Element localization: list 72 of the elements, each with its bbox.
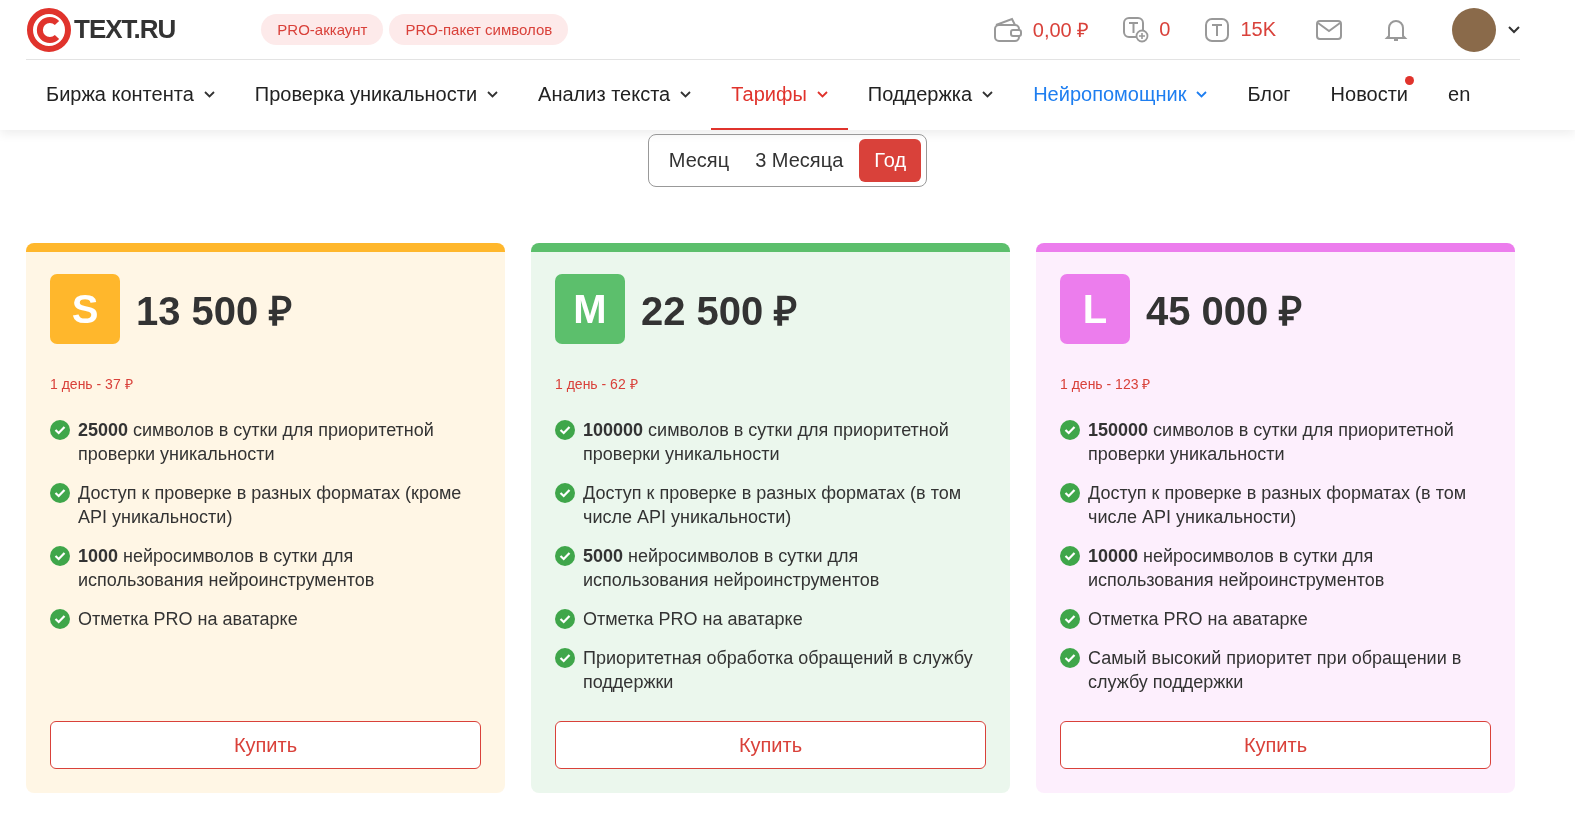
feature-text: Отметка PRO на аватарке bbox=[78, 608, 299, 631]
buy-button[interactable]: Купить bbox=[555, 721, 986, 769]
check-circle-icon bbox=[555, 546, 575, 566]
pro-link[interactable]: PRO-аккаунт bbox=[261, 14, 384, 45]
nav-tab[interactable]: en bbox=[1428, 60, 1491, 130]
feature-text: 100000 символов в сутки для приоритетной проверки уникальности bbox=[583, 419, 950, 466]
nav-tab[interactable]: Нейропомощник bbox=[1013, 60, 1228, 130]
period-tab[interactable]: 3 Месяца bbox=[745, 139, 854, 182]
check-circle-icon bbox=[555, 648, 575, 668]
check-circle-icon bbox=[1060, 420, 1080, 440]
check-circle-icon bbox=[1060, 546, 1080, 566]
feature-text: Приоритетная обработка обращений в службу поддержки bbox=[583, 647, 974, 694]
price-per-day: 1 день - 62 ₽ bbox=[555, 374, 986, 393]
avatar[interactable] bbox=[1452, 7, 1496, 52]
feature-text: Отметка PRO на аватарке bbox=[1088, 608, 1309, 631]
price-per-day: 1 день - 37 ₽ bbox=[50, 374, 481, 393]
feature-text: 150000 символов в сутки для приоритетной проверки уникальности bbox=[1088, 419, 1455, 466]
check-circle-icon bbox=[555, 609, 575, 629]
t-icon[interactable] bbox=[1204, 16, 1231, 43]
check-circle-icon bbox=[1060, 609, 1080, 629]
chevron-down-icon bbox=[203, 90, 215, 98]
chevron-down-icon bbox=[816, 90, 828, 98]
check-circle-icon bbox=[50, 546, 70, 566]
feature-text: 1000 нейросимволов в сутки для использования нейроинструментов bbox=[78, 545, 376, 592]
plan-price: 22 500 ₽ bbox=[641, 287, 798, 335]
check-circle-icon bbox=[1060, 483, 1080, 503]
chevron-down-icon bbox=[487, 90, 499, 98]
notification-dot bbox=[1405, 76, 1415, 85]
period-tab[interactable]: Год bbox=[859, 139, 922, 182]
stat-value: 0 bbox=[1159, 18, 1171, 41]
check-circle-icon bbox=[555, 420, 575, 440]
t-plus-icon[interactable] bbox=[1123, 16, 1150, 43]
nav-tab[interactable]: Блог bbox=[1227, 60, 1311, 130]
buy-button[interactable]: Купить bbox=[1060, 721, 1491, 769]
plan-price: 45 000 ₽ bbox=[1146, 287, 1303, 335]
feature-text: Отметка PRO на аватарке bbox=[583, 608, 804, 631]
chevron-down-icon bbox=[680, 90, 692, 98]
nav-tab[interactable]: Тарифы bbox=[711, 60, 848, 130]
plan-price: 13 500 ₽ bbox=[136, 287, 293, 335]
feature-text: Самый высокий приоритет при обращении в службу поддержки bbox=[1088, 647, 1463, 694]
nav-tab[interactable]: Новости bbox=[1310, 60, 1429, 130]
check-circle-icon bbox=[50, 483, 70, 503]
feature-text: 25000 символов в сутки для приоритетной проверки уникальности bbox=[78, 419, 435, 466]
plan-letter-badge: L bbox=[1060, 274, 1130, 344]
feature-text: 5000 нейросимволов в сутки для использования нейроинструментов bbox=[583, 545, 881, 592]
chevron-down-icon bbox=[1196, 90, 1208, 98]
plan-letter-badge: S bbox=[50, 274, 120, 344]
pro-link[interactable]: PRO-пакет символов bbox=[389, 14, 569, 45]
mail-icon[interactable] bbox=[1316, 19, 1342, 40]
feature-text: Доступ к проверке в разных форматах (кроме API уникальности) bbox=[78, 482, 463, 529]
feature-text: 10000 нейросимволов в сутки для использования нейроинструментов bbox=[1088, 545, 1386, 592]
price-per-day: 1 день - 123 ₽ bbox=[1060, 374, 1491, 393]
period-tab[interactable]: Месяц bbox=[658, 139, 740, 182]
check-circle-icon bbox=[1060, 648, 1080, 668]
check-circle-icon bbox=[555, 483, 575, 503]
chevron-down-icon[interactable] bbox=[1508, 25, 1520, 34]
stat-value: 15K bbox=[1240, 18, 1276, 41]
check-circle-icon bbox=[50, 609, 70, 629]
feature-text: Доступ к проверке в разных форматах (в том числе API уникальности) bbox=[1088, 482, 1468, 529]
nav-tab[interactable]: Проверка уникальности bbox=[234, 60, 519, 130]
site-logo[interactable]: TEXT.RU bbox=[26, 6, 176, 53]
stat-value: 0,00 ₽ bbox=[1032, 18, 1090, 43]
plan-letter-badge: M bbox=[555, 274, 625, 344]
check-circle-icon bbox=[50, 420, 70, 440]
feature-text: Доступ к проверке в разных форматах (в том числе API уникальности) bbox=[583, 482, 963, 529]
nav-tab[interactable]: Анализ текста bbox=[518, 60, 712, 130]
copyright-logo-icon bbox=[26, 6, 72, 53]
buy-button[interactable]: Купить bbox=[50, 721, 481, 769]
nav-tab[interactable]: Поддержка bbox=[847, 60, 1014, 130]
nav-tab[interactable]: Биржа контента bbox=[26, 60, 235, 130]
chevron-down-icon bbox=[982, 90, 994, 98]
wallet-icon[interactable] bbox=[992, 16, 1023, 43]
